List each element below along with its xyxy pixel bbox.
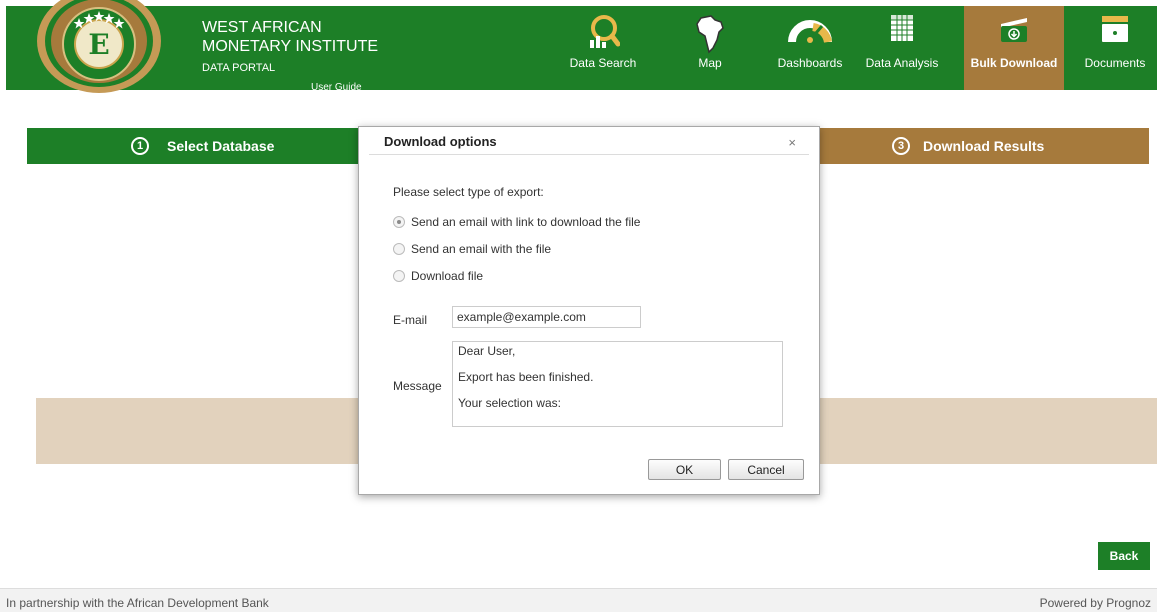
top-header: E WEST AFRICAN MONETARY INSTITUTE DATA P… — [6, 0, 1157, 93]
brand-subtitle: DATA PORTAL — [202, 62, 276, 74]
step-number: 3 — [892, 137, 910, 155]
africa-map-icon — [696, 15, 724, 54]
message-line: Export has been finished. — [458, 370, 594, 384]
close-icon[interactable]: × — [788, 135, 796, 150]
svg-text:E: E — [88, 28, 109, 61]
wami-logo[interactable]: E — [36, 0, 162, 94]
nav-label: Dashboards — [777, 56, 843, 70]
step-label: Select Database — [167, 138, 275, 154]
message-label: Message — [393, 379, 442, 393]
email-label: E-mail — [393, 313, 428, 327]
dialog-title: Download options — [384, 134, 497, 149]
export-type-prompt: Please select type of export: — [393, 185, 544, 199]
radio-download-file[interactable]: Download file — [393, 269, 483, 283]
nav-label: Map — [698, 56, 722, 70]
message-line: Dear User, — [458, 344, 516, 358]
footer-powered-by: Powered by Prognoz — [1039, 596, 1151, 610]
radio-button[interactable] — [393, 270, 405, 282]
message-line: Your selection was: — [458, 396, 561, 410]
radio-label: Download file — [411, 269, 484, 283]
nav-map[interactable]: Map — [678, 6, 742, 90]
cancel-button[interactable]: Cancel — [728, 459, 804, 480]
nav-label: Data Analysis — [865, 56, 939, 70]
wami-seal-icon: E — [37, 0, 161, 93]
nav-bulk-download[interactable]: Bulk Download — [964, 6, 1064, 90]
radio-email-link[interactable]: Send an email with link to download the … — [393, 215, 640, 229]
footer-partnership: In partnership with the African Developm… — [6, 596, 269, 610]
radio-button[interactable] — [393, 243, 405, 255]
radio-label: Send an email with link to download the … — [411, 215, 641, 229]
footer: In partnership with the African Developm… — [0, 588, 1157, 612]
radio-email-file[interactable]: Send an email with the file — [393, 242, 551, 256]
dialog-divider — [369, 154, 809, 155]
message-textarea[interactable]: Dear User, Export has been finished. You… — [452, 341, 783, 427]
email-field[interactable] — [452, 306, 641, 328]
back-button[interactable]: Back — [1098, 542, 1150, 570]
radio-label: Send an email with the file — [411, 242, 552, 256]
document-tray-icon — [1102, 16, 1128, 42]
step-select-database[interactable]: 1 Select Database — [27, 128, 367, 164]
brand-title-line2: MONETARY INSTITUTE — [202, 38, 379, 55]
nav-documents[interactable]: Documents — [1080, 6, 1150, 90]
radio-button[interactable] — [393, 216, 405, 228]
step-label: Download Results — [923, 138, 1045, 154]
nav-label: Documents — [1084, 56, 1146, 70]
user-guide-link[interactable]: User Guide — [311, 82, 362, 93]
ok-button[interactable]: OK — [648, 459, 721, 480]
magnifier-chart-icon — [590, 15, 620, 48]
nav-label: Bulk Download — [970, 56, 1058, 70]
table-grid-icon — [891, 15, 913, 41]
brand-title-line1: WEST AFRICAN — [202, 19, 322, 36]
nav-data-search[interactable]: Data Search — [554, 6, 652, 90]
step-number: 1 — [131, 137, 149, 155]
gauge-icon — [788, 20, 832, 43]
brand-block: WEST AFRICAN MONETARY INSTITUTE DATA POR… — [202, 18, 379, 93]
step-download-results[interactable]: 3 Download Results — [810, 128, 1149, 164]
download-options-dialog: Download options × Please select type of… — [358, 126, 820, 495]
nav-label: Data Search — [569, 56, 637, 70]
nav-data-analysis[interactable]: Data Analysis — [858, 6, 946, 90]
folder-download-icon — [1001, 18, 1027, 42]
nav-dashboards[interactable]: Dashboards — [766, 6, 854, 90]
